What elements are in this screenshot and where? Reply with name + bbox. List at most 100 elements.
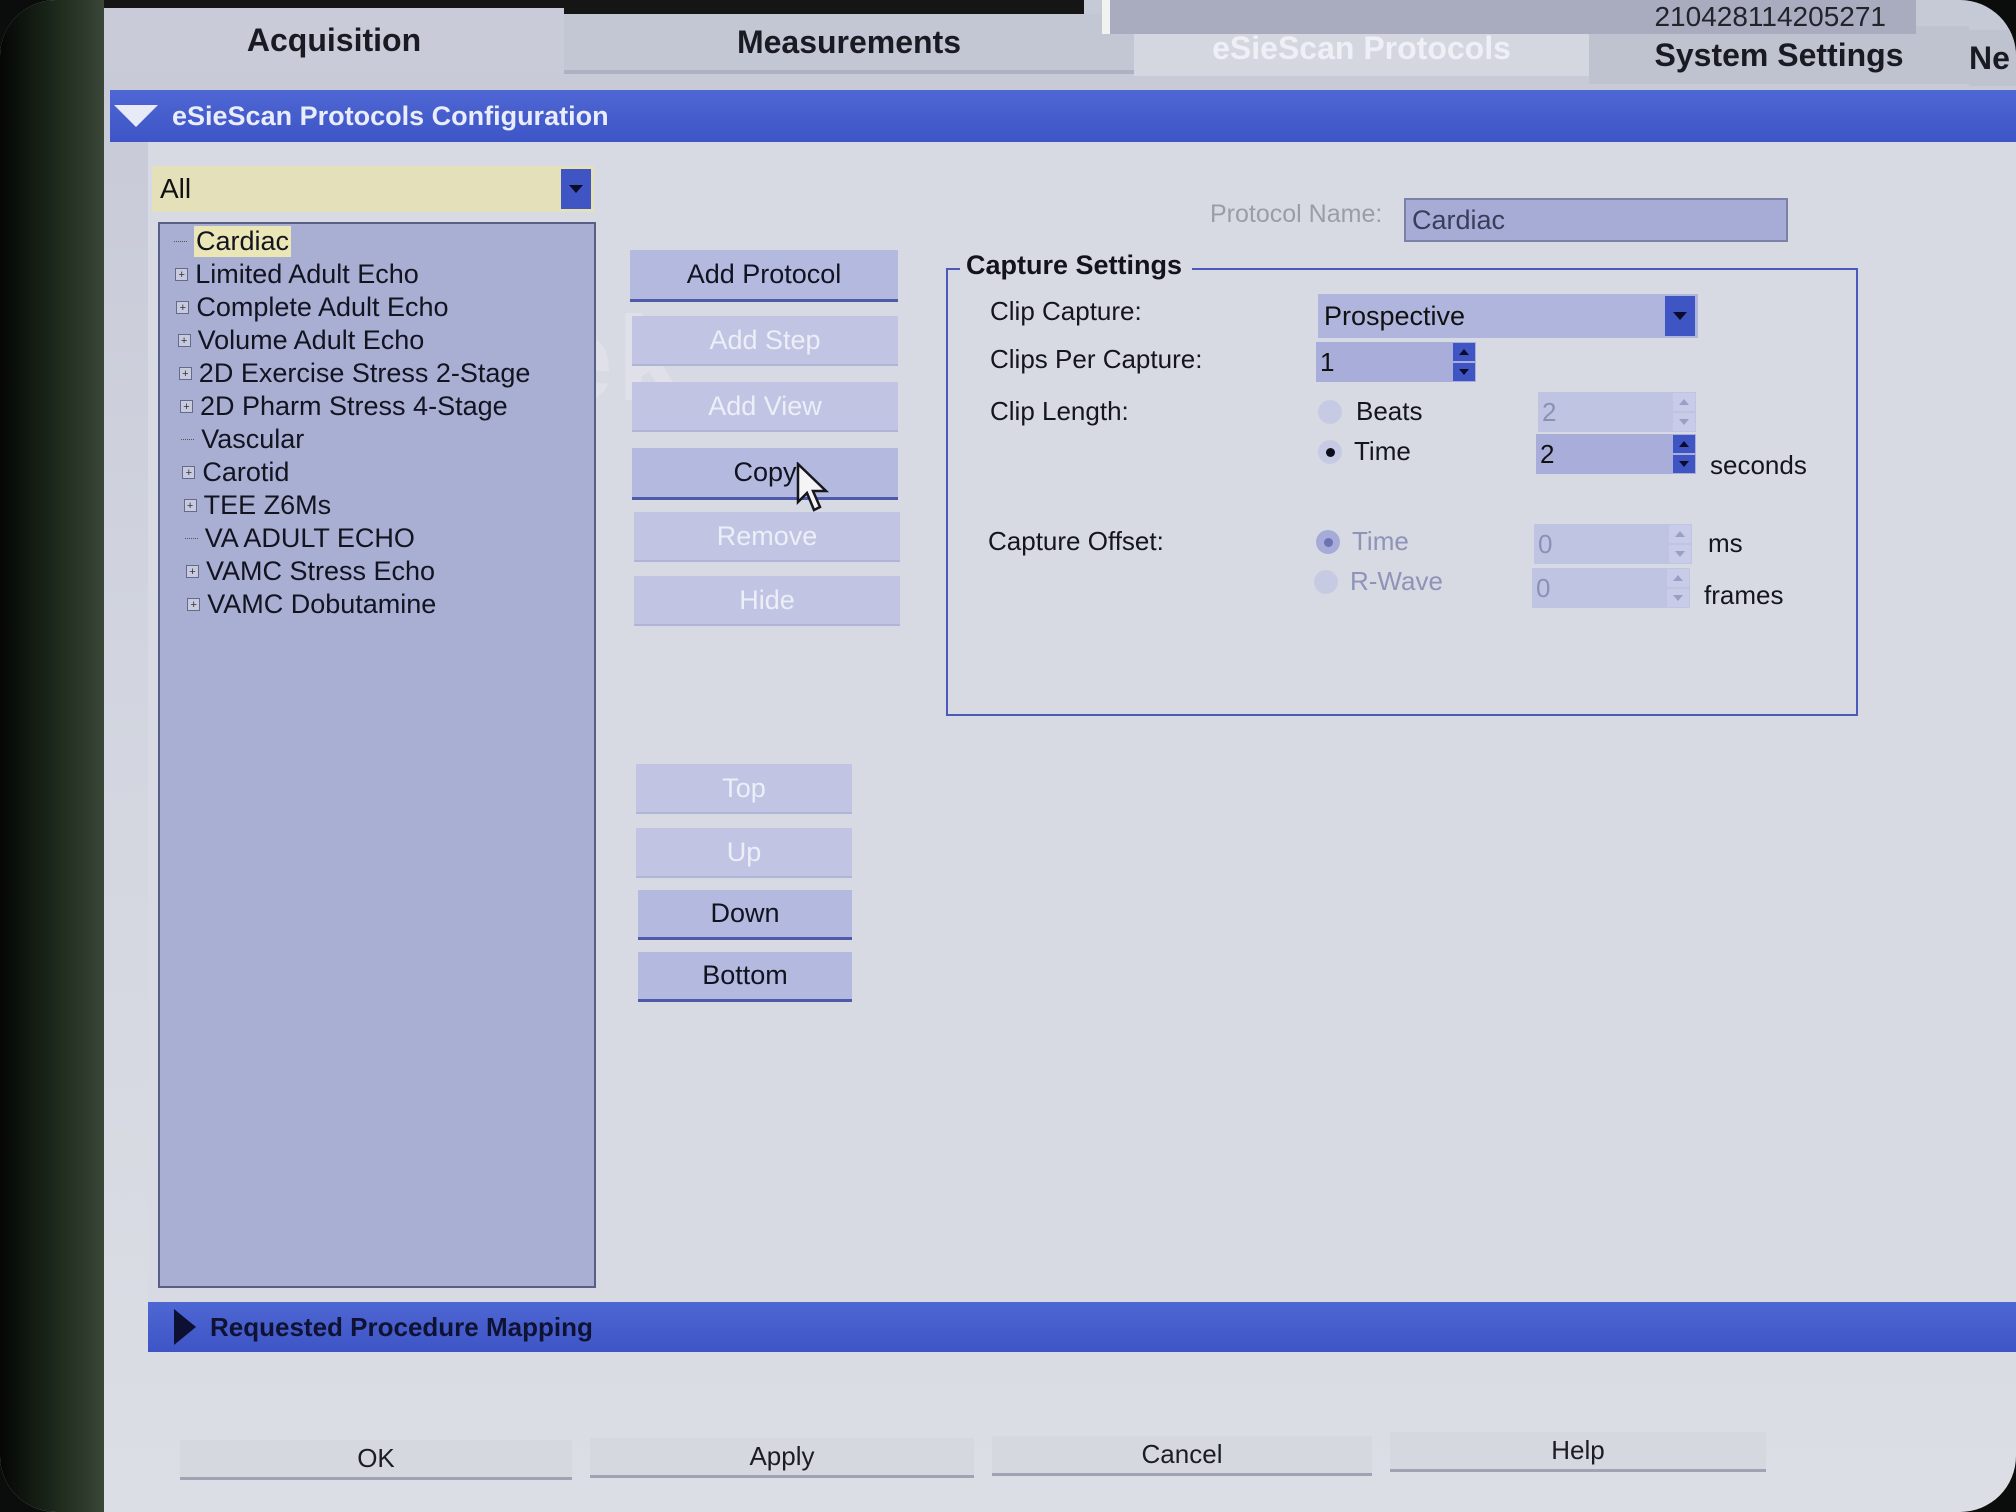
clip-capture-label: Clip Capture: bbox=[990, 296, 1142, 326]
stepper-down-button[interactable] bbox=[1673, 413, 1695, 431]
stepper-up-button[interactable] bbox=[1673, 435, 1695, 453]
seconds-unit: seconds bbox=[1710, 450, 1807, 480]
clips-per-capture-stepper[interactable]: 1 bbox=[1316, 342, 1476, 382]
tree-connector bbox=[184, 537, 198, 540]
tree-item-label: Complete Adult Echo bbox=[196, 292, 449, 322]
stepper-up-button[interactable] bbox=[1669, 525, 1691, 543]
tree-item-label: Limited Adult Echo bbox=[195, 259, 419, 289]
tree-item[interactable]: + Volume Adult Echo bbox=[177, 325, 425, 356]
tab-acquisition[interactable]: Acquisition bbox=[104, 8, 564, 72]
move-down-button[interactable]: Down bbox=[638, 890, 852, 940]
arrow-down-icon bbox=[1673, 595, 1683, 601]
radio-dot bbox=[1325, 447, 1335, 457]
arrow-down-icon bbox=[1675, 551, 1685, 557]
tab-next[interactable]: Ne bbox=[1969, 30, 2016, 86]
expand-plus-icon[interactable]: + bbox=[187, 598, 201, 611]
radio-dot bbox=[1323, 537, 1333, 547]
stepper-up-button[interactable] bbox=[1673, 393, 1695, 411]
tree-item-label: Volume Adult Echo bbox=[197, 325, 425, 355]
offset-time-value[interactable]: 0 bbox=[1534, 529, 1668, 560]
tree-item[interactable]: + Limited Adult Echo bbox=[175, 259, 419, 290]
expand-plus-icon[interactable]: + bbox=[175, 268, 189, 281]
move-top-button[interactable]: Top bbox=[636, 764, 852, 814]
time-radio[interactable] bbox=[1318, 440, 1342, 464]
beats-value[interactable]: 2 bbox=[1538, 397, 1672, 428]
beats-label: Beats bbox=[1356, 396, 1423, 426]
config-header[interactable]: eSieScan Protocols Configuration bbox=[110, 90, 2016, 142]
expand-plus-icon[interactable]: + bbox=[176, 301, 190, 314]
expand-plus-icon[interactable]: + bbox=[177, 334, 191, 347]
rwave-radio[interactable] bbox=[1314, 570, 1338, 594]
stepper-down-button[interactable] bbox=[1669, 545, 1691, 563]
cancel-button[interactable]: Cancel bbox=[992, 1436, 1372, 1476]
expand-plus-icon[interactable]: + bbox=[178, 367, 192, 380]
stepper-up-button[interactable] bbox=[1453, 343, 1475, 361]
tree-item[interactable]: +2D Exercise Stress 2-Stage bbox=[178, 358, 530, 389]
rwave-value[interactable]: 0 bbox=[1532, 573, 1666, 604]
protocol-filter-dropdown[interactable]: All bbox=[152, 166, 594, 212]
time-label: Time bbox=[1354, 436, 1411, 466]
arrow-up-icon bbox=[1459, 349, 1469, 355]
clips-per-capture-label: Clips Per Capture: bbox=[990, 344, 1203, 374]
stepper-up-button[interactable] bbox=[1667, 569, 1689, 587]
tab-measurements[interactable]: Measurements bbox=[564, 14, 1134, 74]
tree-item[interactable]: + VAMC Stress Echo bbox=[186, 556, 435, 587]
arrow-up-icon bbox=[1679, 441, 1689, 447]
add-view-button[interactable]: Add View bbox=[632, 382, 898, 432]
tree-item-label: VAMC Stress Echo bbox=[206, 556, 436, 586]
clip-capture-dropdown-arrow[interactable] bbox=[1665, 296, 1695, 336]
stepper-down-button[interactable] bbox=[1667, 589, 1689, 607]
beats-stepper[interactable]: 2 bbox=[1538, 392, 1696, 432]
time-stepper[interactable]: 2 bbox=[1536, 434, 1696, 474]
tree-item-label: Cardiac bbox=[194, 226, 292, 257]
clips-per-capture-value[interactable]: 1 bbox=[1316, 347, 1452, 378]
add-step-button[interactable]: Add Step bbox=[632, 316, 898, 366]
capture-offset-label: Capture Offset: bbox=[988, 526, 1164, 556]
expand-plus-icon[interactable]: + bbox=[182, 466, 196, 479]
protocol-name-field[interactable]: Cardiac bbox=[1404, 198, 1788, 242]
tree-item[interactable]: Cardiac bbox=[174, 226, 292, 257]
clip-capture-dropdown[interactable]: Prospective bbox=[1318, 294, 1698, 338]
stepper-buttons bbox=[1452, 342, 1476, 382]
stepper-down-button[interactable] bbox=[1673, 455, 1695, 473]
protocol-tree[interactable]: Cardiac + Limited Adult Echo + Complete Adul… bbox=[158, 222, 596, 1288]
chevron-down-icon bbox=[569, 185, 583, 193]
time-value[interactable]: 2 bbox=[1536, 439, 1672, 470]
ok-button[interactable]: OK bbox=[180, 1440, 572, 1480]
dropdown-arrow-button[interactable] bbox=[561, 169, 591, 209]
expand-plus-icon[interactable]: + bbox=[186, 565, 199, 578]
clip-capture-value: Prospective bbox=[1324, 300, 1466, 331]
tree-item[interactable]: VA ADULT ECHO bbox=[184, 523, 415, 554]
tree-item[interactable]: + VAMC Dobutamine bbox=[187, 589, 436, 620]
offset-time-stepper[interactable]: 0 bbox=[1534, 524, 1692, 564]
tree-item-label: Vascular bbox=[201, 424, 305, 454]
serial-number: 210428114205271 bbox=[1102, 0, 1916, 34]
tree-item[interactable]: Vascular bbox=[181, 424, 304, 455]
stepper-down-button[interactable] bbox=[1453, 363, 1475, 381]
procedure-mapping-header[interactable]: Requested Procedure Mapping bbox=[148, 1302, 2016, 1352]
copy-button[interactable]: Copy bbox=[632, 448, 898, 500]
arrow-up-icon bbox=[1673, 575, 1683, 581]
expand-plus-icon[interactable]: + bbox=[180, 400, 193, 413]
move-up-button[interactable]: Up bbox=[636, 828, 852, 878]
filter-value: All bbox=[160, 173, 192, 204]
apply-button[interactable]: Apply bbox=[590, 1438, 974, 1478]
help-button[interactable]: Help bbox=[1390, 1432, 1766, 1472]
expand-triangle-icon bbox=[174, 1309, 196, 1345]
add-protocol-button[interactable]: Add Protocol bbox=[630, 250, 898, 302]
rwave-stepper[interactable]: 0 bbox=[1532, 568, 1690, 608]
arrow-up-icon bbox=[1675, 531, 1685, 537]
offset-time-radio[interactable] bbox=[1316, 530, 1340, 554]
move-bottom-button[interactable]: Bottom bbox=[638, 952, 852, 1002]
beats-radio[interactable] bbox=[1318, 400, 1342, 424]
expand-plus-icon[interactable]: + bbox=[183, 499, 197, 512]
tree-item[interactable]: + Carotid bbox=[182, 457, 289, 488]
tree-item[interactable]: + TEE Z6Ms bbox=[183, 490, 331, 521]
tab-system-settings[interactable]: System Settings bbox=[1589, 26, 1969, 84]
capture-settings-title: Capture Settings bbox=[960, 250, 1193, 281]
tree-item[interactable]: + Complete Adult Echo bbox=[176, 292, 449, 323]
hide-button[interactable]: Hide bbox=[634, 576, 900, 626]
remove-button[interactable]: Remove bbox=[634, 512, 900, 562]
tree-item-label: Carotid bbox=[202, 457, 290, 487]
tree-item[interactable]: +2D Pharm Stress 4-Stage bbox=[180, 391, 508, 422]
